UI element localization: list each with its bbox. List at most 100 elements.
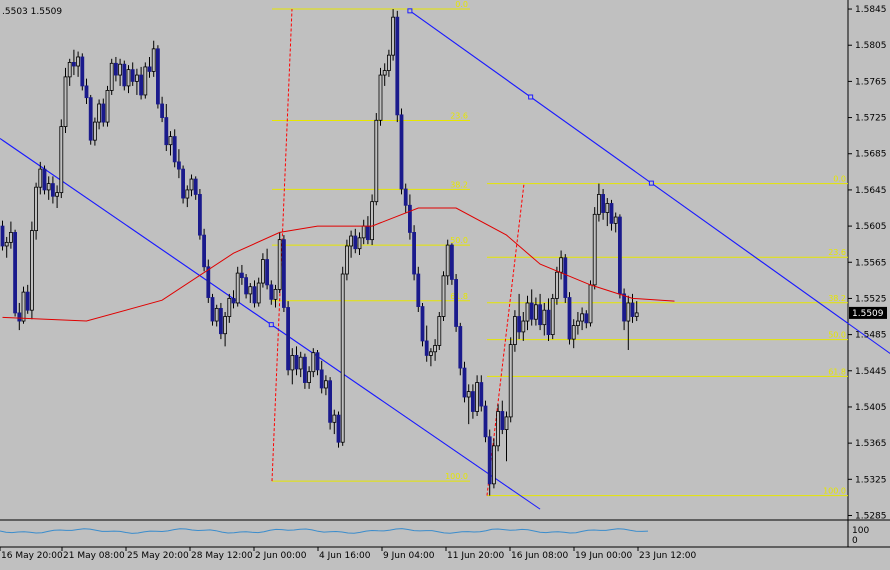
candle-body	[248, 286, 253, 295]
candle-body	[147, 66, 152, 72]
candle-body	[143, 66, 148, 96]
time-tick-label: 9 Jun 04:00	[383, 551, 435, 561]
candle-body	[340, 273, 345, 443]
candle-body	[189, 178, 194, 191]
candle-body	[403, 188, 408, 206]
candle-body	[454, 279, 459, 327]
candle-body	[185, 189, 190, 199]
candle-body	[231, 298, 236, 304]
candle-body	[584, 313, 589, 324]
candle-body	[508, 344, 513, 418]
candle-body	[214, 307, 219, 322]
candle-body	[122, 63, 127, 87]
candle-body	[332, 414, 337, 423]
indicator-min-label: 0	[852, 536, 858, 546]
candle-body	[160, 103, 165, 118]
candle-body	[76, 56, 80, 67]
candle-body	[580, 313, 584, 322]
candle-body	[365, 225, 370, 241]
price-tick-label: 1.5525	[855, 294, 887, 304]
candle-body	[139, 74, 144, 96]
candle-body	[412, 232, 417, 275]
candle-body	[126, 69, 131, 87]
candle-body	[164, 117, 169, 146]
candle-body	[559, 257, 563, 273]
time-tick-label: 2 Jun 00:00	[255, 551, 307, 561]
candle-body	[466, 391, 471, 398]
candle-body	[475, 382, 480, 412]
candle-body	[84, 85, 89, 99]
candle-body	[176, 161, 181, 170]
candle-body	[172, 136, 177, 163]
candle-body	[63, 76, 68, 128]
candle-body	[504, 416, 509, 430]
candle-body	[118, 63, 122, 76]
candle-body	[197, 194, 202, 236]
candle-body	[0, 225, 5, 247]
candle-body	[323, 380, 328, 389]
candle-body	[315, 352, 320, 371]
price-tick-label: 1.5565	[855, 258, 887, 268]
candle-body	[563, 257, 568, 298]
price-tick-label: 1.5325	[855, 475, 887, 485]
candle-body	[601, 194, 605, 213]
candle-body	[496, 411, 501, 447]
candle-body	[134, 74, 139, 82]
price-tick-label: 1.5845	[855, 5, 887, 15]
candle-body	[458, 326, 463, 369]
indicator-max-label: 100	[852, 526, 869, 536]
candle-body	[546, 309, 551, 336]
price-tick-label: 1.5485	[855, 331, 887, 341]
candle-body	[210, 297, 215, 322]
candle-body	[357, 237, 362, 250]
candle-body	[72, 62, 76, 67]
candle-body	[571, 325, 576, 340]
candle-body	[206, 266, 211, 298]
candle-body	[114, 62, 118, 76]
price-tick-label: 1.5685	[855, 150, 887, 160]
candle-body	[193, 178, 198, 195]
candle-body	[479, 382, 484, 407]
price-tick-label: 1.5365	[855, 439, 887, 449]
candle-body	[622, 293, 626, 322]
fibo-level-label: 61.8	[828, 367, 846, 376]
candle-body	[80, 56, 85, 87]
candle-body	[613, 216, 618, 224]
candle-body	[555, 271, 559, 299]
fibo-level-label: 23.6	[450, 111, 468, 120]
candle-body	[294, 355, 299, 370]
trendline-anchor	[648, 180, 654, 186]
candle-body	[260, 259, 265, 284]
time-tick-label: 28 May 12:00	[191, 551, 253, 561]
price-tick-label: 1.5605	[855, 222, 887, 232]
candle-body	[168, 136, 173, 146]
candle-body	[487, 436, 492, 485]
candle-body	[407, 204, 412, 233]
candle-body	[38, 168, 43, 188]
candle-body	[378, 74, 383, 121]
candle-body	[244, 277, 249, 295]
chart-canvas[interactable]: 0.0 23.6 38.2 50.0 61.8 100.0 0.0 23.6 38.2 50.0 6…	[0, 0, 890, 566]
candle-body	[605, 203, 610, 213]
candle-body	[328, 380, 333, 423]
fibo-level-label: 100.0	[823, 487, 846, 496]
candle-body	[567, 297, 572, 340]
chart-window: 0.0 23.6 38.2 50.0 61.8 100.0 0.0 23.6 38.2 50.0 6…	[0, 0, 890, 566]
candle-body	[550, 298, 555, 336]
candle-body	[491, 445, 496, 485]
candle-body	[155, 48, 160, 105]
candle-body	[428, 351, 433, 356]
fibo-level-label: 0.0	[455, 0, 468, 9]
candle-body	[298, 356, 303, 370]
candle-body	[592, 213, 597, 286]
candle-body	[437, 316, 442, 346]
candle-body	[576, 320, 580, 326]
candle-body	[609, 203, 614, 224]
candle-body	[529, 302, 534, 320]
candle-body	[441, 275, 446, 317]
candle-body	[634, 312, 639, 317]
fibo-level-label: 61.8	[450, 292, 468, 301]
candle-body	[538, 304, 542, 326]
candle-body	[449, 244, 454, 280]
candle-body	[265, 259, 270, 286]
